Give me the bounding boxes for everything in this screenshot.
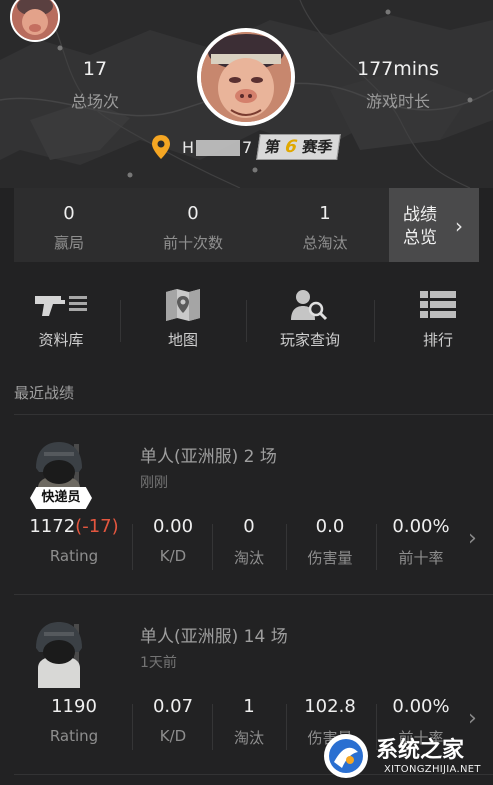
stat-divider: [286, 704, 287, 750]
menu-item-ranking[interactable]: 排行: [378, 288, 493, 352]
section-divider: [14, 414, 493, 415]
menu-divider: [120, 300, 121, 342]
location-pin-icon: [152, 135, 170, 159]
menu-label-ranking: 排行: [422, 331, 453, 349]
rating-stat: 1172(-17) Rating: [22, 516, 126, 565]
menu-label-database: 资料库: [38, 331, 84, 349]
season-number: 6: [283, 137, 299, 157]
overview-label: 战绩总览: [403, 205, 437, 248]
stat-divider: [212, 524, 213, 570]
match-divider: [14, 594, 493, 595]
match-time: 刚刚: [140, 475, 168, 491]
kills-value: 0: [243, 516, 255, 537]
watermark: 系统之家 XITONGZHIJIA.NET: [318, 726, 493, 785]
total-matches-value: 17: [82, 58, 108, 80]
season-suffix: 赛季: [301, 138, 334, 156]
kd-value: 0.07: [152, 696, 194, 717]
kills-value: 1: [243, 696, 255, 717]
wins-label: 赢局: [53, 234, 84, 252]
play-time-label: 游戏时长: [365, 92, 430, 111]
top10-rate-value: 0.00%: [392, 696, 450, 717]
damage-value: 102.8: [304, 696, 356, 717]
kd-label: K/D: [159, 547, 187, 565]
match-card[interactable]: 快递员 单人(亚洲服) 2 场 刚刚 1172(-17) Rating 0.00…: [0, 416, 493, 594]
top10-label: 前十次数: [162, 234, 223, 252]
rating-value: 1190: [51, 696, 97, 717]
total-matches-stat: 17 总场次: [55, 58, 135, 112]
damage-stat: 0.0 伤害量: [290, 516, 370, 568]
kills-stat: 1 总淘汰: [270, 188, 380, 262]
character-avatar: [24, 618, 94, 688]
match-time: 1天前: [140, 655, 177, 671]
watermark-url: XITONGZHIJIA.NET: [384, 764, 481, 775]
stat-divider: [286, 524, 287, 570]
recent-matches-title: 最近战绩: [14, 384, 75, 402]
top10-rate-label: 前十率: [398, 549, 444, 567]
menu-divider: [246, 300, 247, 342]
stat-divider: [132, 704, 133, 750]
chevron-right-icon: ›: [455, 214, 463, 238]
damage-value: 0.0: [315, 516, 345, 537]
menu-item-map[interactable]: 地图: [123, 288, 243, 352]
match-mode-title: 单人(亚洲服) 14 场: [140, 627, 288, 647]
kd-stat: 0.00 K/D: [138, 516, 208, 565]
menu-label-map: 地图: [167, 331, 198, 349]
rating-change: (-17): [75, 516, 119, 537]
gun-icon: [35, 296, 87, 316]
map-icon: [166, 289, 200, 321]
menu-item-player-search[interactable]: 玩家查询: [250, 288, 370, 352]
kills-label: 淘汰: [233, 729, 264, 747]
menu-divider: [374, 300, 375, 342]
top10-stat: 0 前十次数: [134, 188, 252, 262]
wins-value: 0: [63, 203, 75, 224]
rating-label: Rating: [49, 547, 99, 565]
kd-label: K/D: [159, 727, 187, 745]
wins-stat: 0 赢局: [14, 188, 124, 262]
kills-stat: 0 淘汰: [214, 516, 284, 568]
rating-stat: 1190 Rating: [22, 696, 126, 745]
damage-label: 伤害量: [307, 549, 353, 567]
chevron-right-icon: ›: [468, 526, 477, 551]
overview-button[interactable]: 战绩总览 ›: [389, 188, 479, 262]
profile-header: 17 总场次 177mins 游戏时长 H 7 第 6 赛季: [0, 0, 493, 188]
kills-stat: 1 淘汰: [214, 696, 284, 748]
ranking-icon: [420, 291, 456, 318]
kd-stat: 0.07 K/D: [138, 696, 208, 745]
player-name-row: H 7 第 6 赛季: [150, 134, 350, 162]
total-matches-label: 总场次: [70, 92, 119, 111]
play-time-stat: 177mins 游戏时长: [348, 58, 448, 112]
name-redaction: [196, 140, 240, 156]
kills-value: 1: [319, 203, 331, 224]
stat-divider: [376, 524, 377, 570]
player-name: H: [182, 138, 195, 157]
stat-divider: [212, 704, 213, 750]
watermark-title: 系统之家: [376, 738, 465, 763]
top10-rate-stat: 0.00% 前十率: [380, 516, 462, 568]
kills-label: 淘汰: [233, 549, 264, 567]
top10-value: 0: [187, 203, 199, 224]
top10-rate-value: 0.00%: [392, 516, 450, 537]
season-summary: 0 赢局 0 前十次数 1 总淘汰 战绩总览 ›: [14, 188, 479, 262]
watermark-logo-icon: [324, 734, 368, 778]
stat-divider: [132, 524, 133, 570]
kills-label: 总淘汰: [302, 234, 348, 252]
menu-item-database[interactable]: 资料库: [1, 288, 121, 352]
rating-value: 1172: [29, 516, 76, 537]
season-badge: 第 6 赛季: [256, 134, 342, 160]
player-search-icon: [291, 290, 328, 321]
menu-label-player-search: 玩家查询: [279, 331, 340, 349]
kd-value: 0.00: [152, 516, 194, 537]
season-prefix: 第: [263, 138, 282, 156]
match-mode-title: 单人(亚洲服) 2 场: [140, 447, 277, 467]
rating-label: Rating: [49, 727, 99, 745]
profile-avatar[interactable]: [197, 28, 295, 126]
title-badge: 快递员: [30, 487, 92, 509]
play-time-value: 177mins: [357, 58, 439, 80]
player-name-tail: 7: [242, 138, 253, 157]
